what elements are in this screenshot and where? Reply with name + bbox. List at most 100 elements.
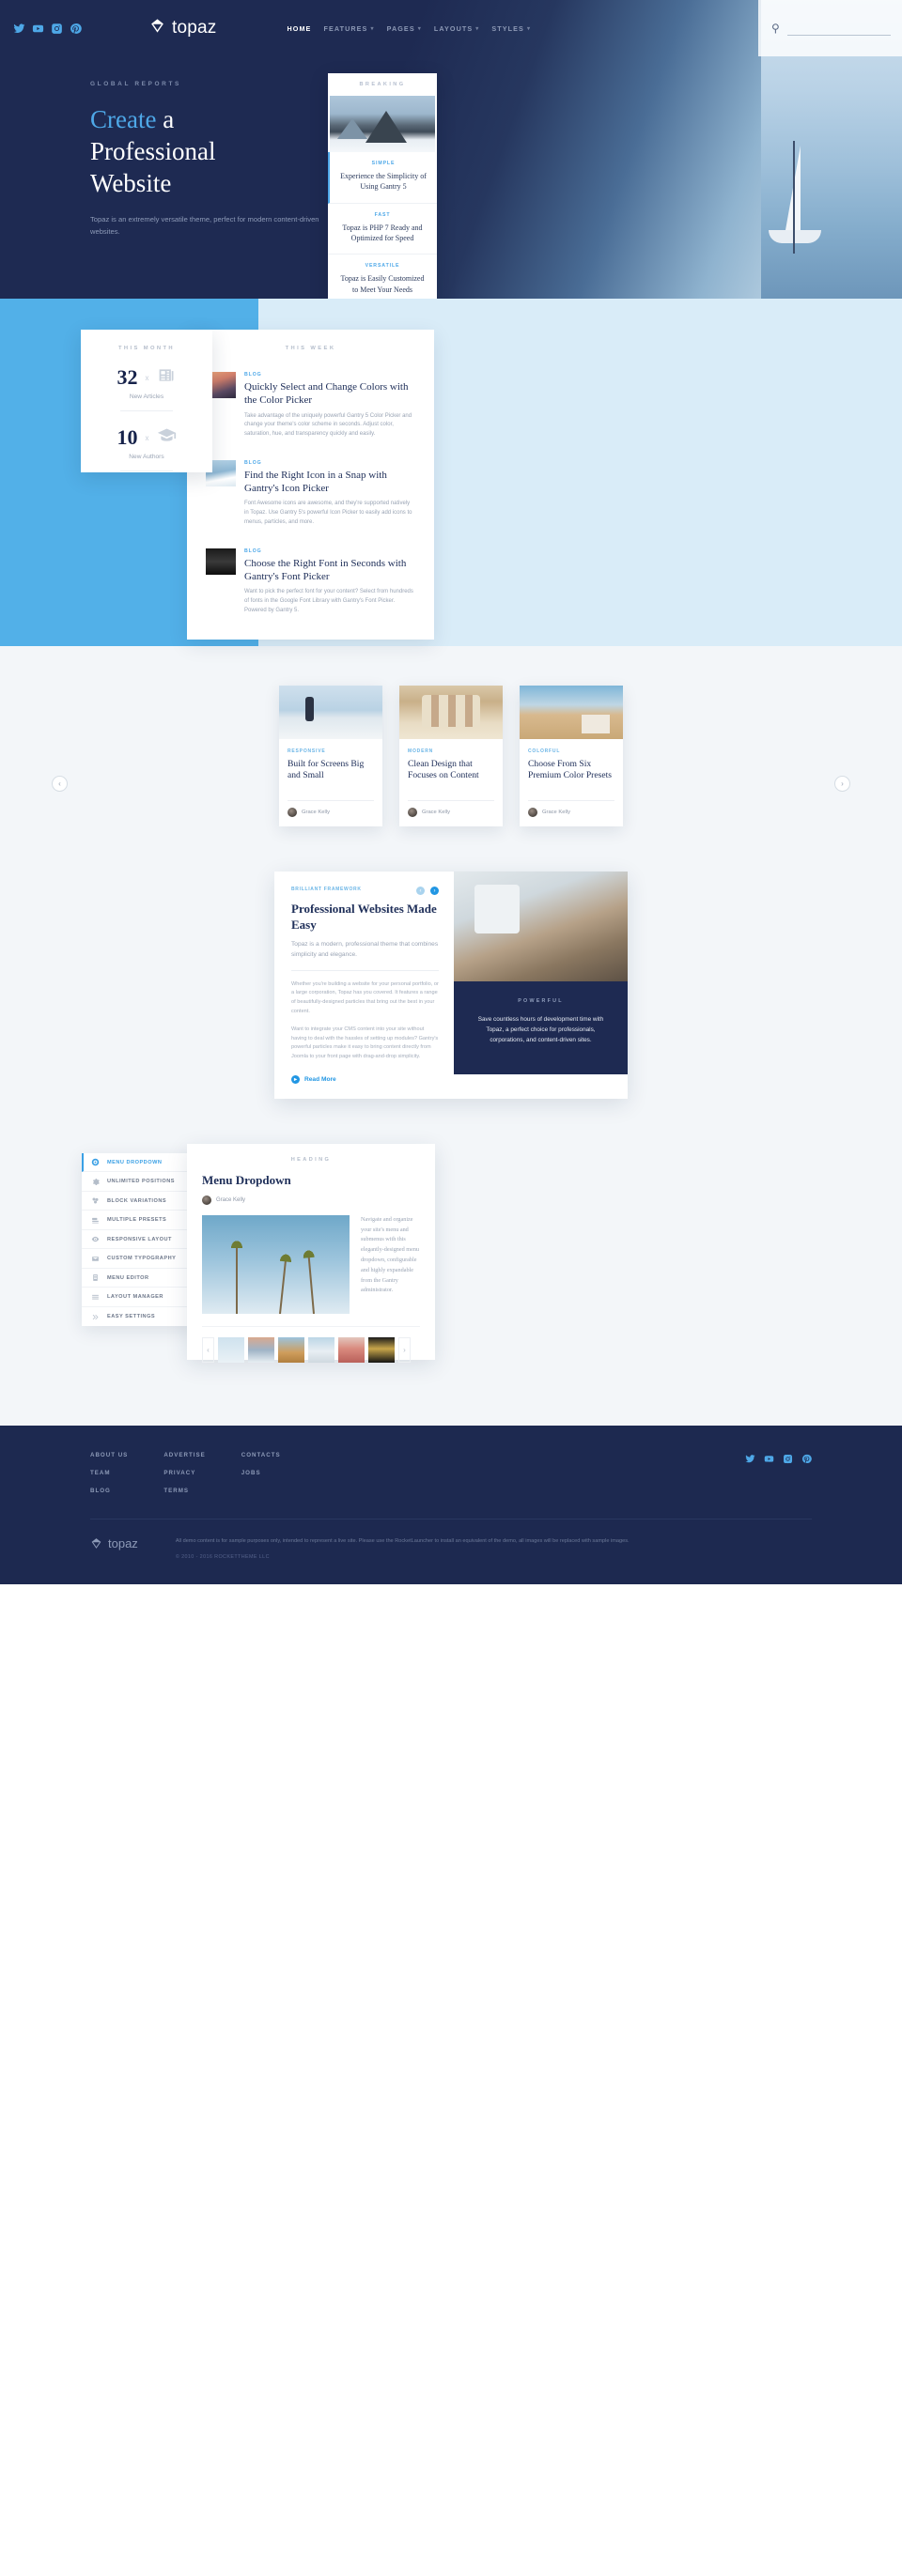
palm-tree	[307, 1256, 315, 1314]
footer-column: ABOUT US TEAM BLOG	[90, 1452, 128, 1494]
read-more-button[interactable]: ▸ Read More	[291, 1074, 439, 1084]
arrow-right-icon: ▸	[291, 1074, 300, 1084]
feature-split-card: BRILLIANT FRAMEWORK ‹ › Professional Web…	[274, 872, 628, 1099]
site-logo[interactable]: topaz	[149, 18, 216, 39]
feature-divider	[291, 969, 439, 971]
twitter-icon[interactable]	[13, 23, 25, 35]
thumbnail-item[interactable]	[248, 1336, 274, 1363]
week-post[interactable]: BLOG Find the Right Icon in a Snap with …	[206, 459, 415, 528]
nav-item-styles[interactable]: STYLES ▾	[491, 24, 531, 33]
week-post[interactable]: BLOG Quickly Select and Change Colors wi…	[206, 372, 415, 440]
instagram-icon[interactable]	[783, 1452, 793, 1469]
post-body: BLOG Choose the Right Font in Seconds wi…	[244, 548, 415, 616]
pinterest-icon[interactable]	[801, 1452, 812, 1469]
footer-link-contacts[interactable]: CONTACTS	[241, 1452, 281, 1458]
thumbnail-next-button[interactable]: ›	[398, 1336, 411, 1363]
post-title: Choose the Right Font in Seconds with Ga…	[244, 557, 407, 582]
breaking-item-tag: FAST	[374, 211, 391, 218]
carousel-prev-button[interactable]: ‹	[52, 776, 68, 792]
thumbnail-prev-button[interactable]: ‹	[202, 1336, 214, 1363]
showcase-menu-label: CUSTOM TYPOGRAPHY	[107, 1256, 177, 1262]
footer-link-jobs[interactable]: JOBS	[241, 1470, 281, 1476]
card-body: MODERN Clean Design that Focuses on Cont…	[399, 739, 503, 826]
search-input[interactable]	[786, 21, 891, 36]
feature-split-section: BRILLIANT FRAMEWORK ‹ › Professional Web…	[0, 864, 902, 1144]
hero-subtitle: Topaz is an extremely versatile theme, p…	[90, 215, 319, 237]
top-navigation-bar: topaz HOME FEATURES ▾ PAGES ▾ LAYOUTS ▾ STY…	[0, 0, 902, 56]
feature-card[interactable]: RESPONSIVE Built for Screens Big and Sma…	[279, 686, 382, 826]
pinterest-icon[interactable]	[70, 23, 82, 35]
nav-item-layouts[interactable]: LAYOUTS ▾	[434, 24, 480, 33]
footer-link-about-us[interactable]: ABOUT US	[90, 1452, 128, 1458]
feature-prev-button[interactable]: ‹	[416, 887, 425, 895]
feature-paragraph-1: Whether you're building a website for yo…	[291, 980, 439, 1014]
stats-and-week-section: THIS MONTH 32 x New Articles 10 x New Au…	[0, 299, 902, 646]
thumbnail-item[interactable]	[278, 1336, 304, 1363]
feature-next-button[interactable]: ›	[430, 887, 439, 895]
youtube-icon[interactable]	[764, 1452, 774, 1469]
mountain-peak-main	[365, 111, 407, 143]
sailboat-hull	[769, 230, 821, 243]
breaking-item[interactable]: SIMPLE Experience the Simplicity of Usin…	[328, 152, 437, 204]
feature-text-column: BRILLIANT FRAMEWORK ‹ › Professional Web…	[274, 872, 454, 1099]
card-body: COLORFUL Choose From Six Premium Color P…	[520, 739, 623, 826]
breaking-item-title: Topaz is Easily Customized to Meet Your …	[340, 274, 425, 294]
footer-link-terms[interactable]: TERMS	[163, 1488, 205, 1494]
week-post[interactable]: BLOG Choose the Right Font in Seconds wi…	[206, 548, 415, 616]
thumbnail-item[interactable]	[368, 1336, 395, 1363]
thumbnail-item[interactable]	[218, 1336, 244, 1363]
carousel-next-button[interactable]: ›	[834, 776, 850, 792]
footer-link-advertise[interactable]: ADVERTISE	[163, 1452, 205, 1458]
post-tag: BLOG	[244, 459, 262, 466]
breaking-item[interactable]: FAST Topaz is PHP 7 Ready and Optimized …	[328, 204, 437, 255]
blocks-icon	[92, 1197, 99, 1204]
breaking-item-title: Topaz is PHP 7 Ready and Optimized for S…	[342, 223, 423, 243]
nav-item-pages[interactable]: PAGES ▾	[387, 24, 422, 33]
mountain-peak-secondary	[337, 118, 367, 139]
stat-divider	[120, 410, 173, 411]
post-description: Take advantage of the uniquely powerful …	[244, 412, 412, 438]
stack-icon	[92, 1217, 99, 1224]
nav-item-home-label: HOME	[287, 23, 312, 33]
chevrons-icon	[92, 1314, 99, 1319]
feature-tag: BRILLIANT FRAMEWORK	[291, 887, 362, 892]
feature-title: Professional Websites Made Easy	[291, 902, 437, 933]
search-icon[interactable]: ⚲	[771, 22, 780, 35]
nav-item-home[interactable]: HOME	[287, 24, 311, 33]
instagram-icon[interactable]	[51, 23, 63, 35]
card-tag: RESPONSIVE	[288, 748, 326, 754]
footer-link-privacy[interactable]: PRIVACY	[163, 1470, 205, 1476]
thumbnail-item[interactable]	[338, 1336, 365, 1363]
read-more-label: Read More	[304, 1075, 336, 1083]
post-thumbnail	[206, 548, 236, 575]
nav-item-features-label: FEATURES	[323, 23, 368, 33]
footer-link-team[interactable]: TEAM	[90, 1470, 128, 1476]
twitter-icon[interactable]	[745, 1452, 755, 1469]
site-footer: ABOUT US TEAM BLOG ADVERTISE PRIVACY TER…	[0, 1425, 902, 1585]
thumbnail-item[interactable]	[308, 1336, 334, 1363]
feature-card[interactable]: MODERN Clean Design that Focuses on Cont…	[399, 686, 503, 826]
avatar	[288, 808, 297, 817]
post-description: Want to pick the perfect font for your c…	[244, 589, 413, 613]
document-icon	[93, 1274, 98, 1282]
card-image	[520, 686, 623, 739]
showcase-menu-label: MENU EDITOR	[107, 1274, 149, 1281]
main-menu: HOME FEATURES ▾ PAGES ▾ LAYOUTS ▾ STYLES ▾	[287, 24, 531, 33]
footer-link-blog[interactable]: BLOG	[90, 1488, 128, 1494]
youtube-icon[interactable]	[32, 23, 44, 35]
avatar	[202, 1195, 211, 1205]
footer-logo[interactable]: topaz	[90, 1536, 138, 1550]
diamond-logo-icon	[149, 18, 165, 39]
feature-card[interactable]: COLORFUL Choose From Six Premium Color P…	[520, 686, 623, 826]
hero-title-line3: Website	[90, 169, 172, 198]
card-body: RESPONSIVE Built for Screens Big and Sma…	[279, 739, 382, 826]
hero-eyebrow: GLOBAL REPORTS	[90, 81, 181, 87]
card-tag: COLORFUL	[528, 748, 561, 754]
post-body: BLOG Quickly Select and Change Colors wi…	[244, 372, 415, 440]
nav-item-features[interactable]: FEATURES ▾	[323, 24, 374, 33]
lines-icon	[92, 1294, 99, 1300]
footer-column: ADVERTISE PRIVACY TERMS	[163, 1452, 205, 1494]
breaking-item[interactable]: VERSATILE Topaz is Easily Customized to …	[328, 255, 437, 299]
hero-copy: GLOBAL REPORTS Create a Professional Web…	[90, 81, 325, 239]
feature-header-row: BRILLIANT FRAMEWORK ‹ ›	[291, 887, 439, 895]
